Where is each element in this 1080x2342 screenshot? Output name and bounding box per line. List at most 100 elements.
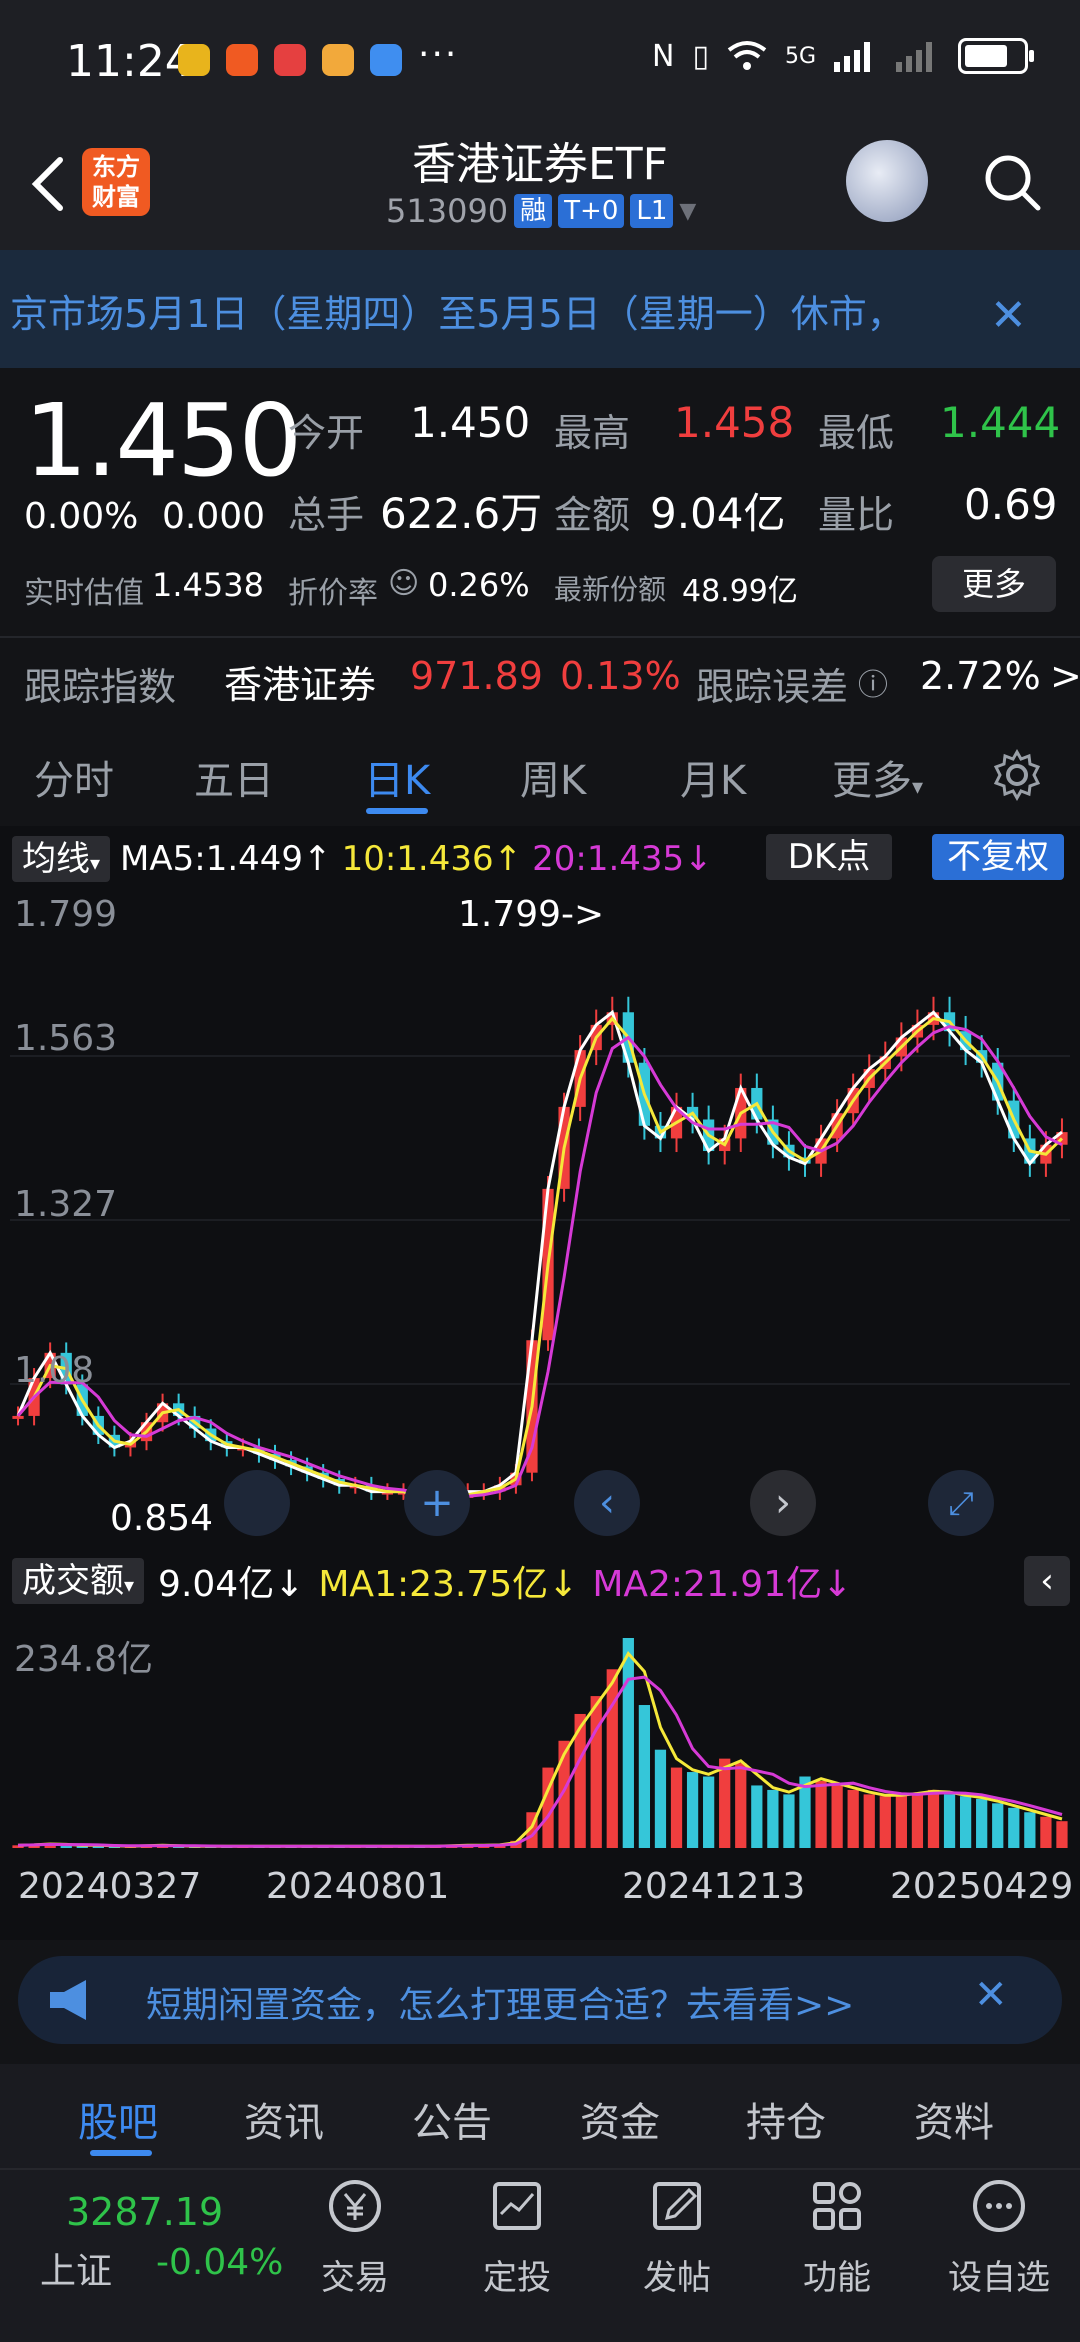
kline-ma-lines [16,1009,1064,1500]
volume-bar [1008,1807,1020,1848]
t0-tag: T+0 [558,194,625,228]
max-price-label: 1.799-> [458,894,605,935]
tab-funds[interactable]: 资金 [580,2090,660,2148]
tracking-error-label: 跟踪误差 [696,665,849,709]
nav-post[interactable]: 发帖 [612,2174,742,2299]
sh-index-change: -0.04% [156,2242,284,2283]
volume-bar [1040,1816,1052,1848]
sh-index-value[interactable]: 3287.19 [66,2190,223,2234]
nav-fixed-invest[interactable]: 定投 [452,2174,582,2299]
close-icon[interactable]: ✕ [974,1972,1008,2018]
change-percent: 0.00% [24,496,139,537]
volume-label: 总手 [288,493,365,537]
x-label-1: 20240327 [18,1866,202,1907]
nav-functions[interactable]: 功能 [772,2174,902,2299]
nav-value: 1.4538 [152,566,264,604]
volume-value: 622.6万 [380,489,543,538]
ma-legend: 均线▾ MA5:1.449↑ 10:1.436↑ 20:1.435↓ [12,834,713,884]
zoom-out-button[interactable] [224,1470,290,1536]
volume-bar [686,1772,699,1848]
tab-five-day[interactable]: 五日 [194,748,274,806]
zoom-in-button[interactable]: + [404,1470,470,1536]
help-icon[interactable]: ⓘ [858,660,888,704]
more-notifications-icon: ··· [418,34,459,75]
grid-icon [813,2182,861,2230]
volume-bar [879,1796,891,1848]
nav-trade[interactable]: 交易 [290,2174,420,2299]
tracking-index-name[interactable]: 香港证券 [224,654,376,709]
tab-news[interactable]: 资讯 [244,2090,324,2148]
network-type: 5G [784,43,816,69]
collapse-arrow-icon[interactable]: ‹ [1024,1556,1070,1606]
kline-chart[interactable] [10,892,1070,1548]
sh-index-name[interactable]: 上证 [40,2242,112,2294]
cloud-app-icon [370,44,402,76]
huawei-app-icon [274,44,306,76]
eastmoney-logo[interactable]: 东方 财富 [82,148,150,216]
active-tab-indicator [366,808,428,814]
volume-bar [638,1705,651,1848]
search-icon[interactable] [980,150,1044,214]
ma10-value: 10:1.436↑ [341,839,523,879]
chart-card-icon [493,2182,541,2230]
volume-selector[interactable]: 成交额▾ [12,1558,145,1604]
info-circle-icon[interactable]: ☺ [388,566,419,601]
ratio-label: 量比 [818,493,895,537]
tab-intraday[interactable]: 分时 [34,748,114,806]
shares-value: 48.99亿 [682,574,798,609]
no-adjust-button[interactable]: 不复权 [932,834,1064,880]
assistant-robot-icon[interactable] [846,140,928,222]
volume-bar [847,1789,859,1848]
weibo-app-icon [178,44,210,76]
app-icon-2 [226,44,258,76]
tab-guba[interactable]: 股吧 [78,2090,158,2148]
chevron-left-icon[interactable]: ‹ [574,1470,640,1536]
more-button[interactable]: 更多 [932,556,1056,612]
nav-add-watchlist[interactable]: 设自选 [934,2174,1064,2299]
chevron-right-icon[interactable]: > [1050,654,1080,698]
volume-bar [863,1794,875,1848]
wifi-icon [727,41,767,70]
active-bottom-tab-indicator [90,2150,152,2156]
volume-chart[interactable] [10,1616,1070,1856]
volume-bar [895,1794,907,1848]
close-icon[interactable]: ✕ [990,290,1027,341]
ma-selector[interactable]: 均线▾ [12,836,111,882]
app-icon-4 [322,44,354,76]
volume-bar [976,1798,988,1848]
chevron-right-nav-icon[interactable]: › [750,1470,816,1536]
volume-bar [927,1789,940,1848]
volume-bar [703,1776,715,1848]
tab-profile[interactable]: 资料 [914,2090,994,2148]
tab-announcement[interactable]: 公告 [412,2090,492,2148]
fullscreen-icon[interactable]: ⤢ [928,1470,994,1536]
tab-holdings[interactable]: 持仓 [746,2090,826,2148]
tab-monthly-k[interactable]: 月K [680,748,746,806]
margin-tag: 融 [514,194,553,228]
tab-weekly-k[interactable]: 周K [520,748,586,806]
tracking-index-change: 0.13% [560,654,681,698]
amount-value: 9.04亿 [650,489,786,538]
volume-bar [1056,1821,1068,1848]
tab-more[interactable]: 更多▾ [832,748,923,806]
y-tick-max: 1.799 [14,894,118,935]
ma5-value: MA5:1.449↑ [120,839,332,879]
tab-daily-k[interactable]: 日K [364,748,430,806]
nav-label: 实时估值 [24,576,144,611]
amount-label: 金额 [554,493,631,537]
low-label: 最低 [818,411,895,455]
shares-label: 最新份额 [554,573,667,606]
status-time: 11:24 [66,36,193,87]
stock-code-row[interactable]: 513090 融 T+0 L1 ▼ [386,192,696,230]
volume-bar [767,1789,779,1848]
dk-point-button[interactable]: DK点 [766,834,892,880]
candle-body [12,1415,24,1419]
volume-bar [831,1785,843,1848]
volume-bar [959,1796,972,1848]
back-arrow-icon[interactable] [22,152,76,216]
volume-bar [815,1780,827,1848]
gear-icon[interactable] [990,748,1044,802]
open-value: 1.450 [410,398,531,447]
volume-legend: 成交额▾ 9.04亿↓ MA1:23.75亿↓ MA2:21.91亿↓ [12,1556,852,1606]
volume-bar [992,1803,1004,1848]
